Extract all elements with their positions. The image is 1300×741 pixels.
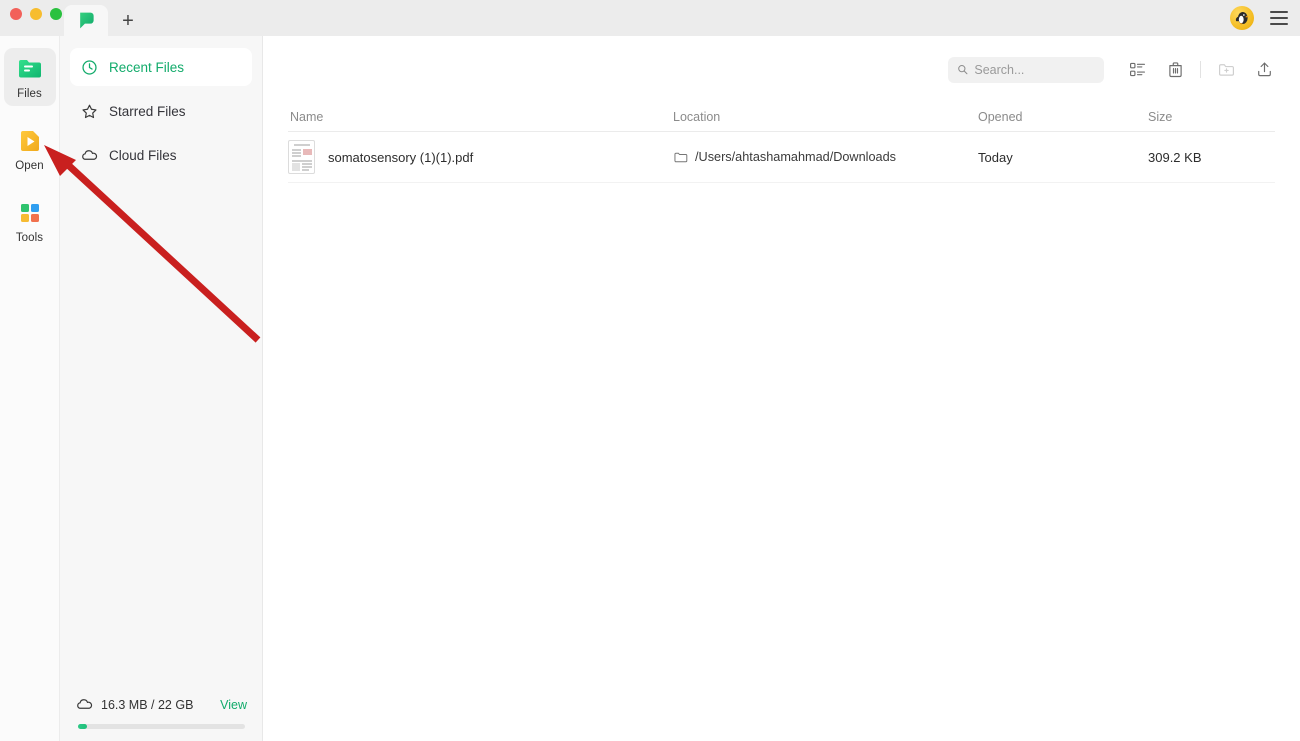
rail-item-open[interactable]: Open: [4, 120, 56, 178]
star-icon: [82, 104, 97, 118]
open-play-icon: [20, 131, 39, 151]
column-header-name: Name: [290, 110, 324, 124]
file-table: Name Location Opened Size somatosensory …: [263, 103, 1300, 183]
storage-section: 16.3 MB / 22 GB View: [60, 696, 263, 741]
search-input[interactable]: [974, 62, 1095, 77]
titlebar-right-controls: [1230, 6, 1288, 30]
sidebar-panel: Recent Files Starred Files Cloud Files 1…: [60, 36, 263, 741]
column-header-opened: Opened: [978, 110, 1023, 124]
cloud-icon: [77, 699, 93, 709]
file-table-body: somatosensory (1)(1).pdf /Users/ahtasham…: [288, 132, 1275, 183]
tab-strip: +: [64, 5, 148, 36]
upload-button[interactable]: [1245, 55, 1283, 85]
file-opened: Today: [978, 149, 1013, 165]
toolbar-divider: [1200, 61, 1201, 78]
column-header-location: Location: [673, 110, 721, 124]
bird-avatar-icon: [1235, 12, 1249, 25]
folder-icon: [674, 152, 688, 162]
traffic-lights: [10, 8, 62, 20]
app-logo-icon: [79, 12, 94, 29]
hamburger-menu[interactable]: [1270, 11, 1288, 25]
sidebar-item-starred-files-label: Starred Files: [109, 103, 186, 119]
window-titlebar: +: [0, 0, 1300, 36]
clock-icon: [82, 59, 97, 75]
trash-button[interactable]: [1156, 55, 1194, 85]
search-box[interactable]: [948, 56, 1104, 83]
user-avatar[interactable]: [1230, 6, 1254, 30]
rail-item-open-label: Open: [15, 160, 44, 172]
rail-item-files[interactable]: Files: [3, 48, 56, 106]
upload-icon: [1257, 62, 1271, 77]
left-rail: Files Open Tools: [0, 36, 60, 741]
search-icon: [958, 65, 968, 75]
maximize-window-button[interactable]: [50, 8, 62, 20]
cloud-icon: [82, 149, 98, 160]
new-folder-button[interactable]: [1207, 55, 1245, 85]
storage-progress-fill: [78, 724, 88, 729]
rail-item-tools[interactable]: Tools: [4, 192, 56, 250]
list-view-button[interactable]: [1118, 55, 1156, 85]
storage-view-link[interactable]: View: [220, 698, 247, 712]
file-location: /Users/ahtashamahmad/Downloads: [695, 150, 896, 164]
files-icon: [18, 60, 41, 78]
rail-item-tools-label: Tools: [15, 232, 44, 244]
sidebar-item-starred-files[interactable]: Starred Files: [70, 92, 252, 130]
trash-icon: [1168, 62, 1182, 78]
new-folder-icon: [1218, 64, 1234, 76]
list-view-icon: [1129, 62, 1145, 77]
tab-active[interactable]: [64, 5, 108, 36]
rail-item-files-label: Files: [17, 88, 42, 100]
file-table-header: Name Location Opened Size: [288, 103, 1275, 132]
storage-progress-bar: [78, 724, 245, 729]
pdf-page-thumbnail: [288, 140, 315, 174]
sidebar-list: Recent Files Starred Files Cloud Files: [60, 36, 262, 174]
sidebar-item-recent-files-label: Recent Files: [109, 59, 185, 75]
main-content: Name Location Opened Size: [263, 36, 1300, 741]
app-window: + Files Open Tools Recent Files Starred …: [0, 0, 1300, 741]
content-toolbar: [263, 36, 1300, 103]
sidebar-item-cloud-files[interactable]: Cloud Files: [70, 136, 252, 174]
table-row[interactable]: somatosensory (1)(1).pdf /Users/ahtasham…: [288, 132, 1275, 183]
sidebar-item-cloud-files-label: Cloud Files: [109, 147, 177, 163]
file-size: 309.2 KB: [1148, 149, 1202, 165]
file-name: somatosensory (1)(1).pdf: [328, 149, 474, 165]
close-window-button[interactable]: [10, 8, 22, 20]
column-header-size: Size: [1148, 110, 1173, 124]
minimize-window-button[interactable]: [30, 8, 42, 20]
storage-usage-text: 16.3 MB / 22 GB: [101, 697, 194, 712]
sidebar-item-recent-files[interactable]: Recent Files: [70, 48, 252, 86]
new-tab-button[interactable]: +: [108, 5, 148, 36]
tools-grid-icon: [20, 204, 39, 222]
